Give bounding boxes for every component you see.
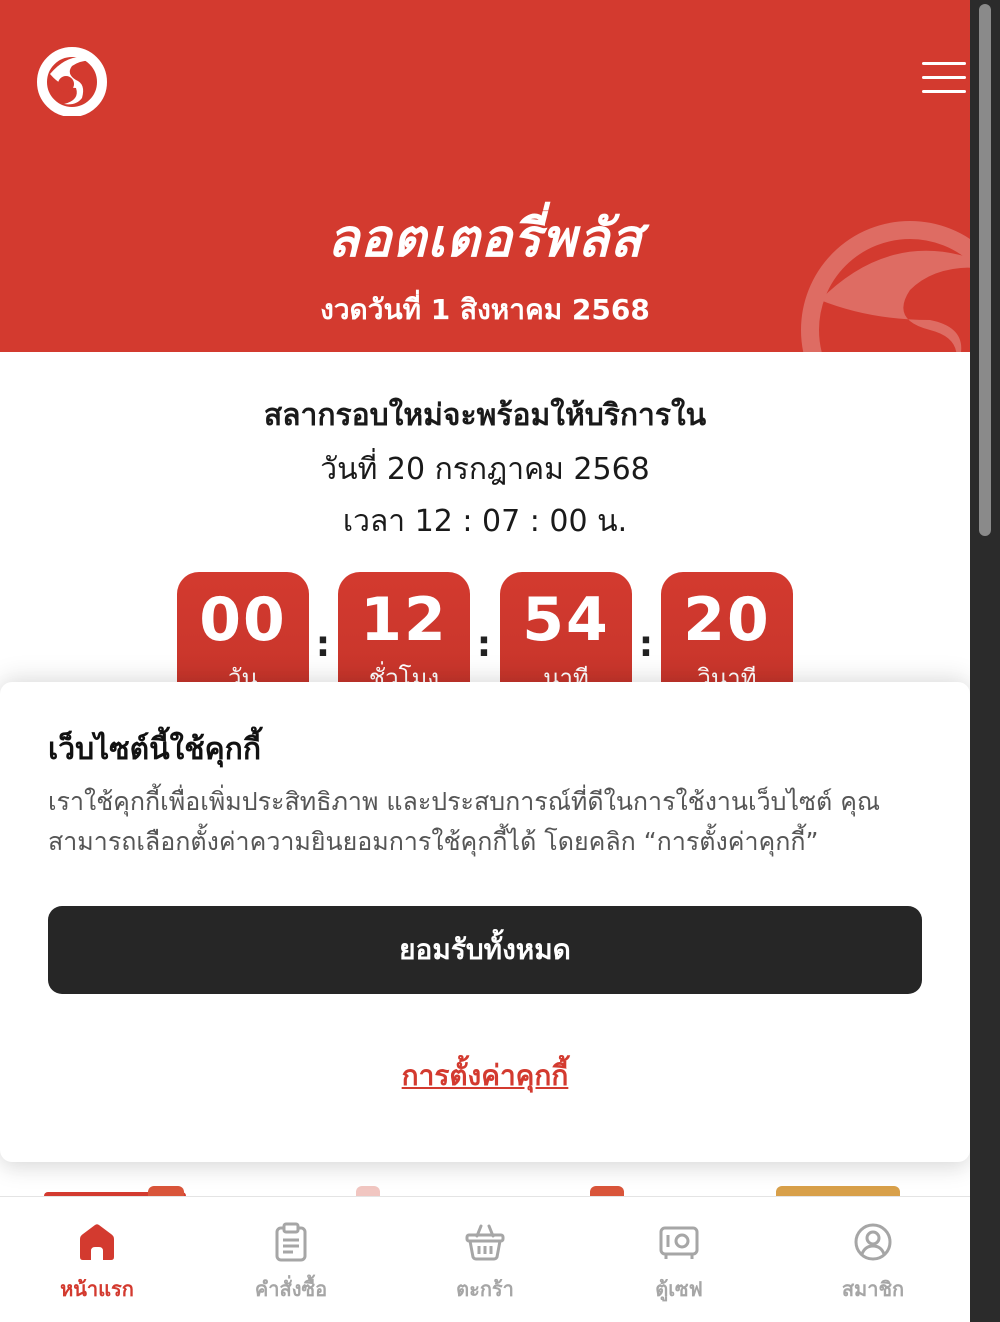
brand-logo-icon[interactable] xyxy=(36,44,108,116)
countdown-separator: : xyxy=(638,624,654,665)
countdown-separator: : xyxy=(476,624,492,665)
cookie-description: เราใช้คุกกี้เพื่อเพิ่มประสิทธิภาพ และประ… xyxy=(48,787,881,856)
nav-label: ตู้เซฟ xyxy=(655,1277,703,1301)
countdown-minutes: 54 นาที xyxy=(500,572,632,692)
safe-icon xyxy=(659,1226,699,1259)
draw-date: งวดวันที่ 1 สิงหาคม 2568 xyxy=(320,293,650,326)
cookie-settings-link[interactable]: การตั้งค่าคุกกี้ xyxy=(0,1054,970,1098)
app-root: ลอตเตอรี่พลัส งวดวันที่ 1 สิงหาคม 2568 ส… xyxy=(0,0,1000,1322)
countdown-seconds: 20 วินาที xyxy=(661,572,793,692)
next-round-title: สลากรอบใหม่จะพร้อมให้บริการใน xyxy=(263,398,707,433)
nav-label: สมาชิก xyxy=(841,1277,905,1301)
user-icon xyxy=(854,1223,892,1261)
countdown-value: 54 xyxy=(522,585,610,655)
countdown-value: 20 xyxy=(683,585,771,655)
countdown-value: 00 xyxy=(199,585,287,655)
category-strip xyxy=(0,1160,970,1200)
clipboard-icon xyxy=(275,1222,307,1262)
nav-item-home[interactable]: หน้าแรก xyxy=(0,1197,194,1322)
accept-all-button[interactable]: ยอมรับทั้งหมด xyxy=(48,906,922,994)
cookie-consent-sheet: เว็บไซต์นี้ใช้คุกกี้ เราใช้คุกกี้เพื่อเพ… xyxy=(0,682,970,1162)
nav-item-safe[interactable]: ตู้เซฟ xyxy=(582,1197,776,1322)
hamburger-menu-button[interactable] xyxy=(922,62,966,98)
home-icon xyxy=(80,1224,114,1260)
scrollbar-thumb[interactable] xyxy=(979,4,991,536)
cookie-title: เว็บไซต์นี้ใช้คุกกี้ xyxy=(48,732,261,767)
nav-label: ตะกร้า xyxy=(456,1277,514,1301)
countdown-value: 12 xyxy=(360,585,448,655)
nav-item-orders[interactable]: คำสั่งซื้อ xyxy=(194,1197,388,1322)
countdown-days: 00 วัน xyxy=(177,572,309,692)
bottom-nav: หน้าแรก คำสั่งซื้อ ตะกร้า ตู้เซฟ สมาชิก xyxy=(0,1196,970,1322)
basket-icon xyxy=(465,1224,505,1261)
vertical-scrollbar[interactable] xyxy=(970,0,1000,1322)
countdown-hours: 12 ชั่วโมง xyxy=(338,572,470,692)
next-round-date: วันที่ 20 กรกฎาคม 2568 xyxy=(320,452,650,487)
next-round-section: สลากรอบใหม่จะพร้อมให้บริการใน วันที่ 20 … xyxy=(0,352,970,692)
countdown-separator: : xyxy=(315,624,331,665)
nav-label: คำสั่งซื้อ xyxy=(254,1277,328,1301)
next-round-time: เวลา 12 : 07 : 00 น. xyxy=(342,504,628,539)
nav-item-member[interactable]: สมาชิก xyxy=(776,1197,970,1322)
header: ลอตเตอรี่พลัส งวดวันที่ 1 สิงหาคม 2568 xyxy=(0,0,970,352)
menu-line xyxy=(922,90,966,93)
menu-line xyxy=(922,76,966,79)
nav-item-cart[interactable]: ตะกร้า xyxy=(388,1197,582,1322)
brand-wordmark: ลอตเตอรี่พลัส xyxy=(327,209,643,269)
nav-label: หน้าแรก xyxy=(60,1277,134,1301)
menu-line xyxy=(922,62,966,65)
